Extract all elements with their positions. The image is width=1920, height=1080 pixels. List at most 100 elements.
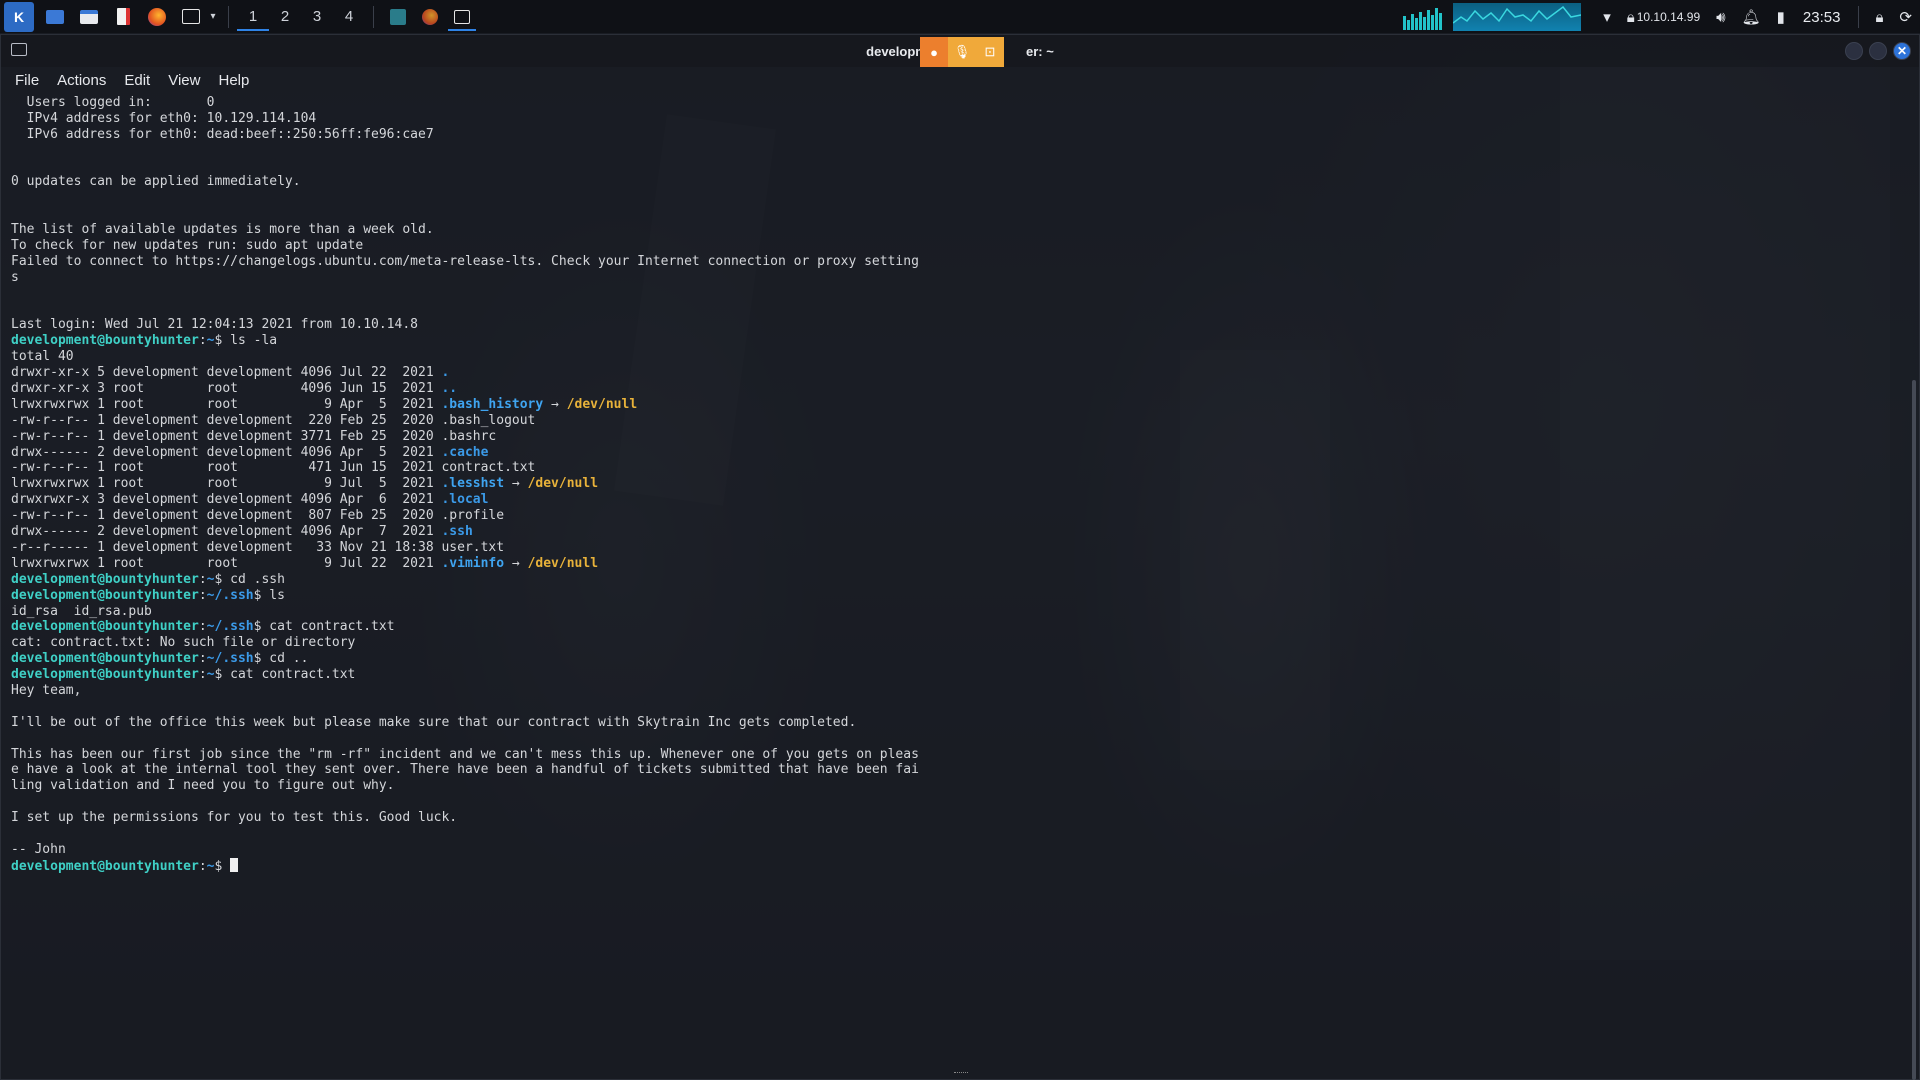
prompt-user: development@bountyhunter: [11, 667, 199, 683]
line-text: id_rsa id_rsa.pub: [11, 603, 152, 619]
prompt-path: ~/.ssh: [206, 619, 254, 635]
firefox-icon[interactable]: [144, 4, 170, 30]
task-firefox-icon[interactable]: [414, 0, 446, 34]
output-line: lrwxrwxrwx 1 root root 9 Jul 22 2021 .vi…: [11, 556, 1909, 572]
system-tray: ▾ 🔒︎ 10.10.14.99 🔊︎ 🔔︎ ▮ 23:53 🔒︎ ⟳: [1403, 0, 1920, 34]
workspace-2[interactable]: 2: [269, 0, 301, 34]
terminal-launcher-icon[interactable]: [178, 4, 204, 30]
scrollbar[interactable]: [1912, 380, 1916, 1080]
prompt-user: development@bountyhunter: [11, 619, 199, 635]
prompt-colon: :: [198, 587, 207, 603]
vpn-lock-icon: 🔒︎: [1626, 8, 1635, 26]
workspace-3[interactable]: 3: [301, 0, 333, 34]
top-panel: K ▾ 1 2 3 4 ▾ 🔒︎ 10.10.14.99 🔊︎ 🔔︎ ▮ 23:…: [0, 0, 1920, 34]
line-text: -rw-r--r-- 1 development development 377…: [11, 428, 497, 444]
prompt-line: development@bountyhunter:~$ cd .ssh: [11, 572, 1909, 588]
microphone-icon[interactable]: 🎙︎: [948, 37, 976, 67]
notifications-icon[interactable]: 🔔︎: [1742, 8, 1761, 26]
prompt-symbol: $: [214, 667, 231, 683]
output-line: -rw-r--r-- 1 development development 807…: [11, 508, 1909, 524]
file-manager-icon[interactable]: [76, 4, 102, 30]
close-button[interactable]: ✕: [1893, 42, 1911, 60]
symlink-target: /dev/null: [527, 476, 599, 492]
menu-view[interactable]: View: [168, 72, 200, 89]
prompt-symbol: $: [253, 651, 270, 667]
show-desktop-icon[interactable]: [42, 4, 68, 30]
prompt-colon: :: [198, 619, 207, 635]
command-text: cat contract.txt: [230, 667, 356, 683]
kali-menu-icon[interactable]: K: [4, 1, 34, 32]
prompt-symbol: $: [253, 619, 270, 635]
command-text: cd ..: [269, 651, 309, 667]
line-text: drwx------ 2 development development 409…: [11, 524, 442, 540]
prompt-symbol: $: [214, 858, 231, 874]
volume-icon[interactable]: 🔊︎: [1716, 9, 1725, 26]
workspace-1[interactable]: 1: [237, 0, 269, 34]
output-line: drwxr-xr-x 3 root root 4096 Jun 15 2021 …: [11, 381, 1909, 397]
prompt-path: ~: [206, 333, 215, 349]
screen-share-icon[interactable]: ⊡: [976, 37, 1004, 67]
symlink-target: /dev/null: [566, 396, 638, 412]
line-text: Last login: Wed Jul 21 12:04:13 2021 fro…: [11, 317, 418, 333]
output-line: 0 updates can be applied immediately.: [11, 174, 1909, 190]
command-text: ls -la: [230, 333, 278, 349]
panel-separator: [1858, 6, 1860, 28]
line-text: drwx------ 2 development development 409…: [11, 444, 442, 460]
output-line: drwx------ 2 development development 409…: [11, 524, 1909, 540]
directory-name: .cache: [441, 444, 489, 460]
prompt-colon: :: [198, 333, 207, 349]
task-vscode-icon[interactable]: [382, 0, 414, 34]
text-editor-icon[interactable]: [110, 4, 136, 30]
line-text: This has been our first job since the "r…: [11, 746, 919, 762]
window-titlebar[interactable]: developmen er: ~ ● 🎙︎ ⊡ ✕: [1, 35, 1919, 67]
prompt-path: ~/.ssh: [206, 651, 254, 667]
prompt-path: ~: [206, 667, 215, 683]
menu-help[interactable]: Help: [218, 72, 249, 89]
firefox-share-icon[interactable]: ●: [920, 37, 948, 67]
symlink-name: .lesshst: [441, 476, 505, 492]
line-text: The list of available updates is more th…: [11, 222, 434, 238]
line-text: I'll be out of the office this week but …: [11, 714, 857, 730]
directory-name: ..: [441, 381, 458, 397]
cpu-graph: [1403, 4, 1443, 30]
line-text: -rw-r--r-- 1 development development 807…: [11, 508, 505, 524]
wifi-icon[interactable]: ▾: [1603, 8, 1611, 26]
minimize-button[interactable]: [1845, 42, 1863, 60]
menu-file[interactable]: File: [15, 72, 39, 89]
power-icon[interactable]: ⟳: [1899, 8, 1912, 26]
line-text: cat: contract.txt: No such file or direc…: [11, 635, 356, 651]
prompt-colon: :: [198, 651, 207, 667]
prompt-line: development@bountyhunter:~$ ls -la: [11, 333, 1909, 349]
output-line: drwxrwxr-x 3 development development 409…: [11, 492, 1909, 508]
line-text: To check for new updates run: sudo apt u…: [11, 238, 364, 254]
prompt-line: development@bountyhunter:~/.ssh$ ls: [11, 588, 1909, 604]
line-text: Failed to connect to https://changelogs.…: [11, 253, 919, 269]
output-line: -r--r----- 1 development development 33 …: [11, 540, 1909, 556]
line-text: total 40: [11, 349, 74, 365]
prompt-user: development@bountyhunter: [11, 571, 199, 587]
output-line: IPv6 address for eth0: dead:beef::250:56…: [11, 127, 1909, 143]
battery-icon[interactable]: ▮: [1777, 8, 1785, 26]
chevron-down-icon[interactable]: ▾: [206, 4, 220, 30]
resize-handle[interactable]: [954, 1072, 968, 1075]
prompt-user: development@bountyhunter: [11, 333, 199, 349]
prompt-path: ~/.ssh: [206, 587, 254, 603]
prompt-path: ~: [206, 858, 215, 874]
menu-actions[interactable]: Actions: [57, 72, 106, 89]
task-terminal-icon[interactable]: [446, 0, 478, 34]
menu-edit[interactable]: Edit: [124, 72, 150, 89]
clock[interactable]: 23:53: [1803, 9, 1841, 26]
terminal-output[interactable]: Users logged in: 0 IPv4 address for eth0…: [11, 95, 1909, 1069]
symlink-arrow: →: [504, 555, 528, 571]
maximize-button[interactable]: [1869, 42, 1887, 60]
prompt-symbol: $: [253, 587, 270, 603]
line-text: lrwxrwxrwx 1 root root 9 Apr 5 2021: [11, 396, 442, 412]
workspace-4[interactable]: 4: [333, 0, 365, 34]
lock-screen-icon[interactable]: 🔒︎: [1875, 9, 1883, 26]
prompt-symbol: $: [214, 571, 231, 587]
output-line: Last login: Wed Jul 21 12:04:13 2021 fro…: [11, 317, 1909, 333]
